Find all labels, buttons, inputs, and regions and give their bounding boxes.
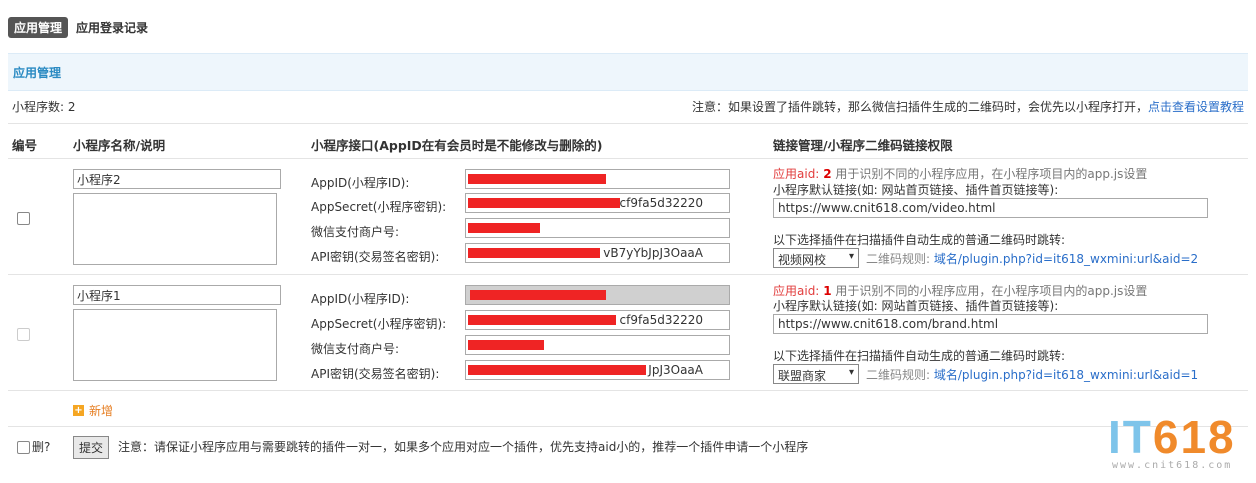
app-name-input[interactable] [73,285,281,305]
api-key-visible-tail: JpJ3OaaA [648,363,703,377]
tab-login-records[interactable]: 应用登录记录 [76,19,148,36]
aid-value: 1 [823,284,832,298]
plugin-select-label: 以下选择插件在扫描插件自动生成的普通二维码时跳转: [773,233,1066,247]
qr-rule-label: 二维码规则: [866,368,931,382]
aid-label: 应用aid: 2 [773,167,832,181]
appsecret-visible-tail: cf9fa5d32220 [619,196,703,210]
redaction-mark [468,174,606,184]
redaction-mark [468,340,544,350]
redaction-mark [468,315,616,325]
merchant-id-label: 微信支付商户号: [311,342,400,356]
aid-info: 应用aid: 2 用于识别不同的小程序应用，在小程序项目内的app.js设置 [773,165,1147,182]
appsecret-field[interactable]: cf9fa5d32220 [465,193,730,213]
section-header: 应用管理 [8,53,1248,91]
merchant-id-label: 微信支付商户号: [311,225,400,239]
appsecret-label: AppSecret(小程序密钥): [311,200,447,214]
divider [8,123,1248,124]
logo-letters: IT [1108,411,1153,463]
plugin-select[interactable]: 联盟商家 ▾ [773,364,859,384]
default-link-label: 小程序默认链接(如: 网站首页链接、插件首页链接等): [773,299,1059,313]
section-title: 应用管理 [13,66,62,80]
app-description-textarea[interactable] [73,309,277,381]
submit-button[interactable]: 提交 [73,436,110,459]
plus-icon: + [73,405,84,416]
aid-label: 应用aid: 1 [773,284,832,298]
api-key-visible-tail: vB7yYbJpJ3OaaA [603,246,703,260]
divider [8,390,1248,391]
default-link-input[interactable]: https://www.cnit618.com/video.html [773,198,1208,218]
row-checkbox-disabled [17,328,30,341]
tutorial-link[interactable]: 点击查看设置教程 [1148,100,1244,114]
tab-app-management[interactable]: 应用管理 [8,17,69,38]
delete-checkbox[interactable] [17,441,30,454]
add-label: 新增 [89,404,114,418]
api-key-field[interactable]: JpJ3OaaA [465,360,730,380]
col-header-name: 小程序名称/说明 [73,138,166,153]
redaction-mark [470,290,606,300]
appid-label: AppID(小程序ID): [311,292,410,306]
app-count: 小程序数: 2 [12,100,76,114]
default-link-label: 小程序默认链接(如: 网站首页链接、插件首页链接等): [773,183,1059,197]
col-header-interface: 小程序接口(AppID在有会员时是不能修改与删除的) [311,138,603,153]
chevron-down-icon: ▾ [848,367,854,378]
appsecret-label: AppSecret(小程序密钥): [311,317,447,331]
divider [8,274,1248,275]
appid-label: AppID(小程序ID): [311,176,410,190]
appsecret-visible-tail: cf9fa5d32220 [619,313,703,327]
appsecret-field[interactable]: cf9fa5d32220 [465,310,730,330]
aid-prefix: 应用aid: [773,284,820,298]
app-description-textarea[interactable] [73,193,277,265]
qr-rule-link[interactable]: 域名/plugin.php?id=it618_wxmini:url&aid=2 [934,252,1198,266]
logo-digits: 618 [1152,411,1236,463]
aid-description: 用于识别不同的小程序应用，在小程序项目内的app.js设置 [835,167,1148,181]
api-key-label: API密钥(交易签名密钥): [311,367,440,381]
qr-rule: 二维码规则: 域名/plugin.php?id=it618_wxmini:url… [866,366,1198,383]
plugin-selected-value: 联盟商家 [778,369,827,383]
tab-bar: 应用管理 应用登录记录 [8,17,148,38]
col-header-links: 链接管理/小程序二维码链接权限 [773,138,953,153]
chevron-down-icon: ▾ [848,251,854,262]
logo-site: www.cnit618.com [1112,460,1233,471]
plugin-selected-value: 视频网校 [778,253,827,267]
api-key-label: API密钥(交易签名密钥): [311,250,440,264]
redaction-mark [468,248,600,258]
merchant-id-field[interactable] [465,335,730,355]
merchant-id-field[interactable] [465,218,730,238]
aid-value: 2 [823,167,832,181]
notice-text: 注意：如果设置了插件跳转，那么微信扫插件生成的二维码时，会优先以小程序打开， [691,100,1148,114]
it618-watermark-logo: IT618 www.cnit618.com [1108,414,1236,471]
redaction-mark [468,365,646,375]
qr-rule-link[interactable]: 域名/plugin.php?id=it618_wxmini:url&aid=1 [934,368,1198,382]
aid-prefix: 应用aid: [773,167,820,181]
delete-label: 删? [32,440,51,454]
qr-rule-label: 二维码规则: [866,252,931,266]
add-app-button[interactable]: + 新增 [73,402,113,419]
redaction-mark [468,198,620,208]
app-name-input[interactable] [73,169,281,189]
footer-note: 注意：请保证小程序应用与需要跳转的插件一对一，如果多个应用对应一个插件，优先支持… [118,440,809,454]
col-header-id: 编号 [12,138,38,153]
qr-rule: 二维码规则: 域名/plugin.php?id=it618_wxmini:url… [866,250,1198,267]
redaction-mark [468,223,540,233]
row-checkbox[interactable] [17,212,30,225]
divider [8,158,1248,159]
plugin-select-label: 以下选择插件在扫描插件自动生成的普通二维码时跳转: [773,349,1066,363]
divider [8,426,1248,427]
appid-field-readonly [465,285,730,305]
plugin-select[interactable]: 视频网校 ▾ [773,248,859,268]
aid-description: 用于识别不同的小程序应用，在小程序项目内的app.js设置 [835,284,1148,298]
plugin-notice: 注意：如果设置了插件跳转，那么微信扫插件生成的二维码时，会优先以小程序打开，点击… [692,98,1244,115]
appid-field[interactable] [465,169,730,189]
api-key-field[interactable]: vB7yYbJpJ3OaaA [465,243,730,263]
default-link-input[interactable]: https://www.cnit618.com/brand.html [773,314,1208,334]
